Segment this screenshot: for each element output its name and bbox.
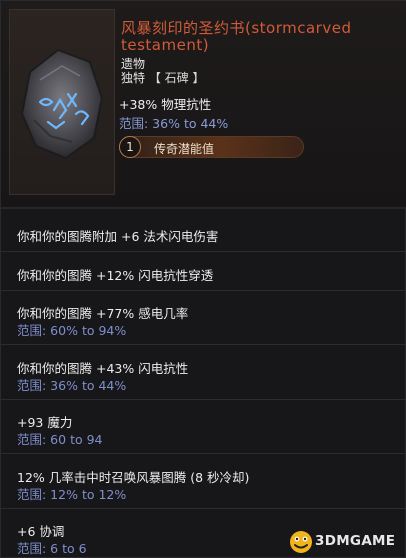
divider	[1, 453, 406, 454]
legendary-potential-level: 1	[119, 136, 141, 158]
implicit-stat: +38% 物理抗性	[119, 97, 212, 112]
divider	[1, 344, 406, 345]
affix-range-3: 范围: 60% to 94%	[17, 323, 127, 338]
item-title-line1: 风暴刻印的圣约书(stormcarved	[121, 19, 352, 37]
affix-range-4: 范围: 36% to 44%	[17, 378, 127, 393]
affix-line-2: 你和你的图腾 +12% 闪电抗性穿透	[17, 268, 214, 283]
3dm-logo-icon	[290, 531, 312, 553]
item-subtype: 【 石碑 】	[148, 71, 205, 85]
watermark: 3DMGAME	[289, 528, 405, 556]
item-icon-frame	[9, 9, 115, 195]
legendary-potential-label: 传奇潜能值	[154, 142, 215, 156]
affix-range-6: 范围: 12% to 12%	[17, 487, 127, 502]
tooltip-header: 风暴刻印的圣约书(stormcarved testament) 遗物 独特 【 …	[1, 1, 406, 207]
affix-range-7: 范围: 6 to 6	[17, 541, 87, 556]
item-rarity-line: 独特 【 石碑 】	[121, 69, 204, 86]
watermark-text: 3DMGAME	[315, 533, 396, 549]
divider	[1, 508, 406, 509]
divider	[1, 251, 406, 252]
item-title-line2: testament)	[121, 36, 210, 54]
item-rarity: 独特	[121, 71, 146, 85]
legendary-potential-badge: 1 传奇潜能值	[119, 136, 304, 158]
header-divider	[1, 207, 406, 209]
affix-line-1: 你和你的图腾附加 +6 法术闪电伤害	[17, 229, 219, 244]
affix-range-5: 范围: 60 to 94	[17, 432, 103, 447]
stormcarved-stone-tablet-icon	[20, 48, 104, 160]
item-title: 风暴刻印的圣约书(stormcarved testament)	[121, 20, 403, 54]
divider	[1, 399, 406, 400]
divider	[1, 290, 406, 291]
implicit-stat-range: 范围: 36% to 44%	[119, 116, 229, 131]
item-tooltip: 风暴刻印的圣约书(stormcarved testament) 遗物 独特 【 …	[0, 0, 406, 558]
